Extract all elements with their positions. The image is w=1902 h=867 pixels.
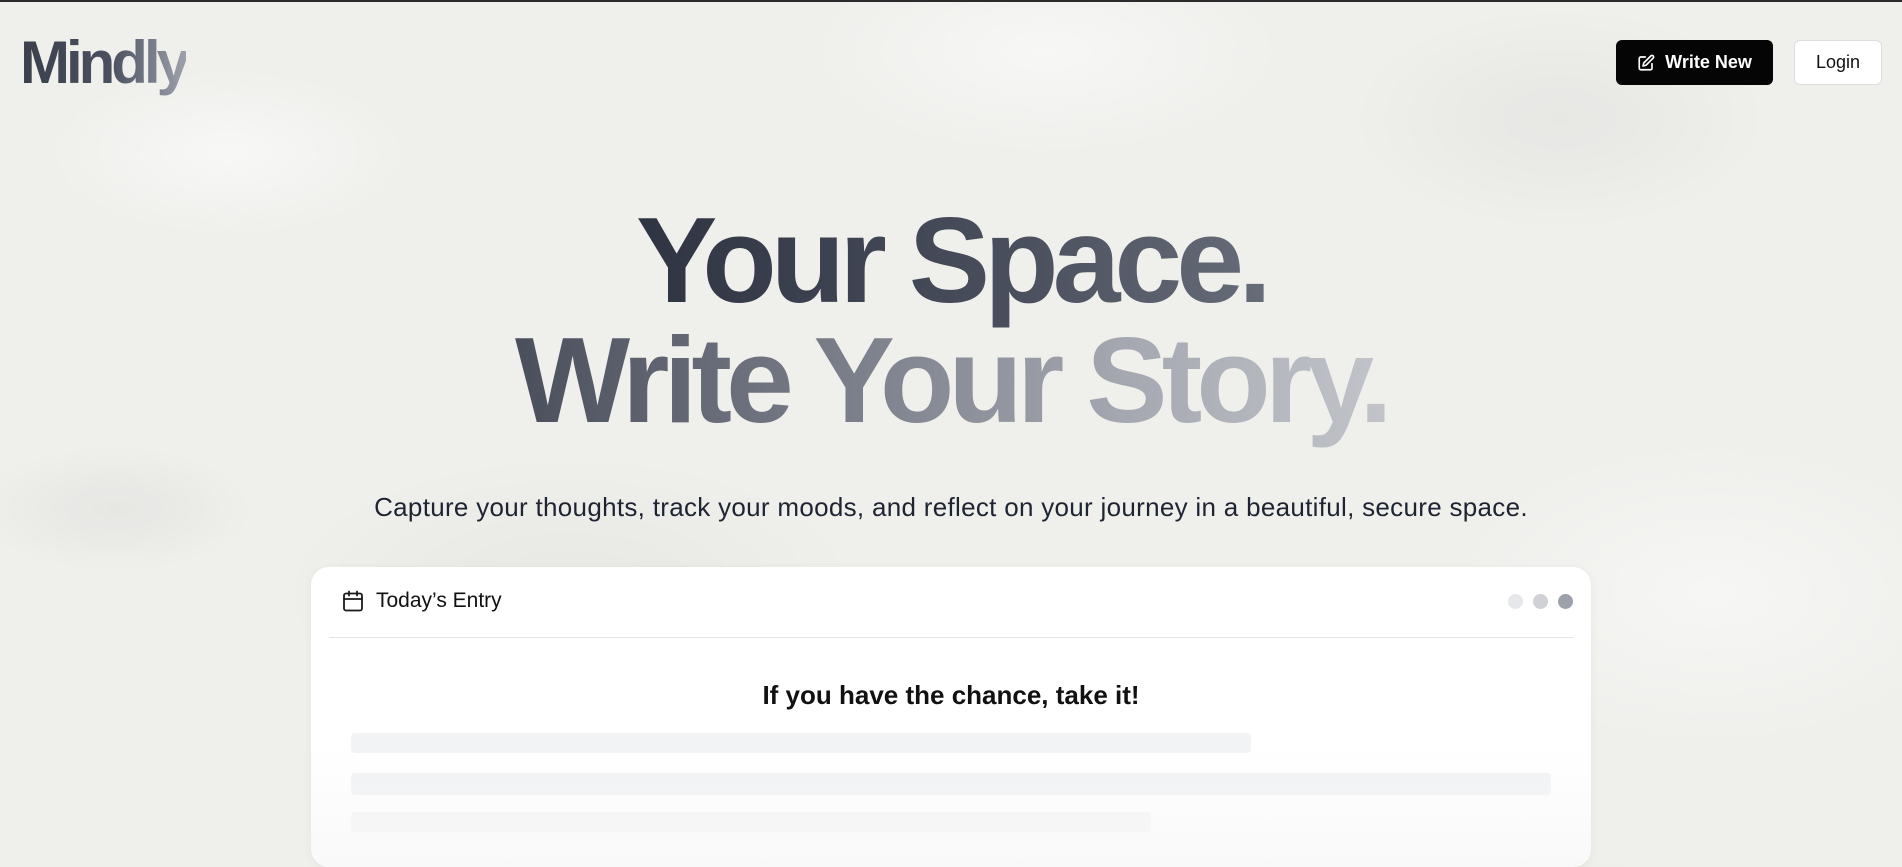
login-button[interactable]: Login (1794, 40, 1882, 85)
card-fade-overlay (311, 747, 1591, 867)
entry-card-title: Today’s Entry (376, 589, 502, 612)
hero-headline-line1: Your Space. (0, 199, 1902, 321)
entry-card-header: Today’s Entry (329, 567, 1573, 638)
logo[interactable]: Mindly (20, 28, 190, 98)
window-dot (1508, 594, 1523, 609)
hero-subtitle: Capture your thoughts, track your moods,… (374, 492, 1528, 522)
window-dot (1558, 594, 1573, 609)
write-new-label: Write New (1665, 52, 1752, 72)
write-new-button[interactable]: Write New (1616, 40, 1773, 85)
entry-heading: If you have the chance, take it! (762, 680, 1140, 710)
window-dot (1533, 594, 1548, 609)
login-label: Login (1815, 52, 1861, 72)
hero-line2-text: Write Your Story. (515, 312, 1393, 448)
pencil-square-icon (1637, 54, 1655, 72)
hero-line1-text: Your Space. (635, 192, 1272, 328)
window-dots (1508, 594, 1573, 609)
hero-headline-line2: Write Your Story. (0, 319, 1902, 441)
calendar-icon (341, 589, 365, 618)
top-border (0, 0, 1902, 2)
entry-preview-card: Today’s Entry If you have the chance, ta… (311, 567, 1591, 867)
